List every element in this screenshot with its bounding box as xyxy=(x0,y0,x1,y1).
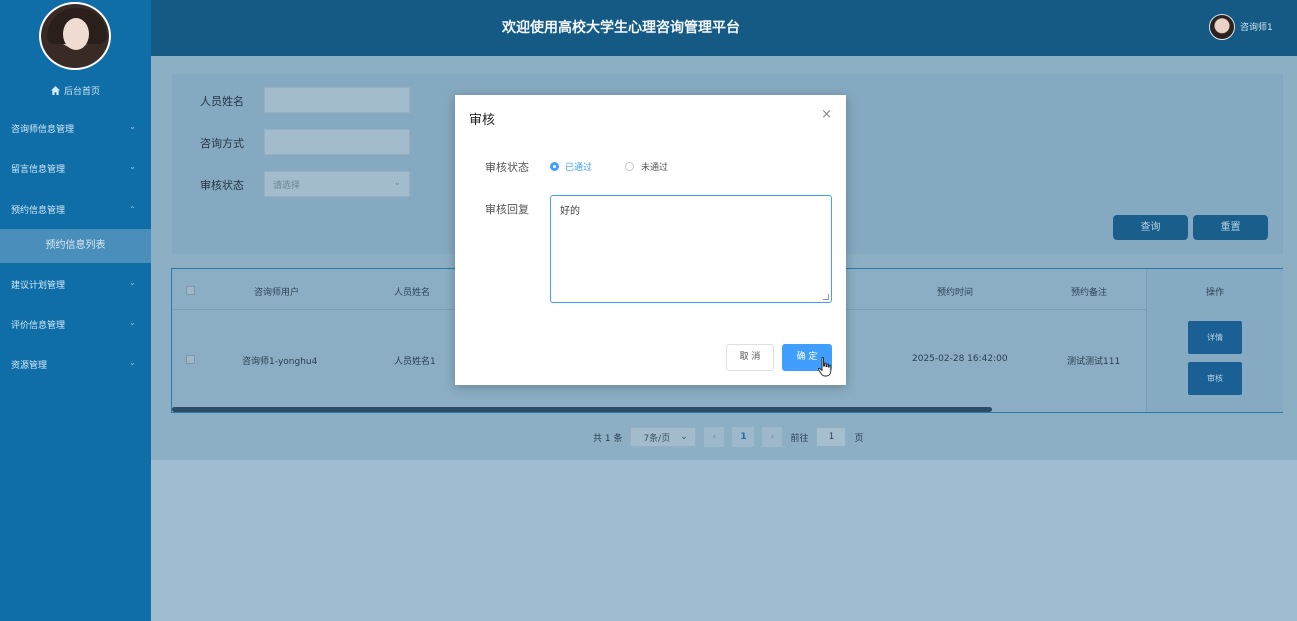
goto-page-input[interactable]: 1 xyxy=(816,427,847,447)
sidebar-item-label: 留言信息管理 xyxy=(11,164,66,175)
goto-label: 前往 xyxy=(790,433,809,444)
page-title: 欢迎使用高校大学生心理咨询管理平台 xyxy=(502,20,740,36)
audit-reply-value: 好的 xyxy=(560,206,580,217)
sidebar-subitem-appointment-list[interactable]: 预约信息列表 xyxy=(0,229,151,263)
cell-user: 咨询师1-yonghu4 xyxy=(242,357,318,367)
method-input[interactable] xyxy=(264,129,410,155)
cancel-button[interactable]: 取 消 xyxy=(726,344,774,371)
page-suffix: 页 xyxy=(854,433,864,444)
horizontal-scrollbar[interactable] xyxy=(172,407,992,412)
reset-button[interactable]: 重置 xyxy=(1193,215,1268,240)
audit-reply-textarea[interactable]: 好的 xyxy=(550,195,832,303)
header-time: 预约时间 xyxy=(937,288,974,298)
next-page-button[interactable]: › xyxy=(762,427,783,447)
chevron-right-icon: › xyxy=(770,432,775,442)
pagination-total: 共 1 条 xyxy=(593,433,623,444)
sidebar-item-resource[interactable]: 资源管理 ⌄ xyxy=(0,344,151,384)
username[interactable]: 咨询师1 xyxy=(1240,20,1273,33)
sidebar-item-evaluation[interactable]: 评价信息管理 ⌄ xyxy=(0,304,151,344)
header-user: 咨询师用户 xyxy=(254,288,300,298)
avatar-face xyxy=(63,18,89,50)
name-input[interactable] xyxy=(264,87,410,113)
select-all-checkbox[interactable] xyxy=(186,286,195,295)
audit-reply-label: 审核回复 xyxy=(485,203,529,216)
sidebar: 后台首页 咨询师信息管理 ⌄ 留言信息管理 ⌄ 预约信息管理 ⌃ 预约信息列表 … xyxy=(0,0,151,621)
sidebar-item-counselor[interactable]: 咨询师信息管理 ⌄ xyxy=(0,108,151,148)
radio-rejected[interactable] xyxy=(625,162,634,171)
pagination: 共 1 条 7条/页 ⌄ ‹ 1 › 前往 1 页 xyxy=(593,426,863,448)
status-label: 审核状态 xyxy=(200,179,244,192)
chevron-down-icon: ⌄ xyxy=(129,278,136,287)
header-remark: 预约备注 xyxy=(1071,288,1108,298)
cell-time: 2025-02-28 16:42:00 xyxy=(912,354,1008,364)
sidebar-item-plan[interactable]: 建议计划管理 ⌄ xyxy=(0,264,151,304)
topbar: 欢迎使用高校大学生心理咨询管理平台 咨询师1 xyxy=(151,0,1297,56)
hand-cursor-icon xyxy=(817,357,832,377)
sidebar-item-home[interactable]: 后台首页 xyxy=(0,82,151,98)
sidebar-item-message[interactable]: 留言信息管理 ⌄ xyxy=(0,148,151,188)
radio-approved-label[interactable]: 已通过 xyxy=(565,160,592,173)
audit-dialog: 审核 × 审核状态 已通过 未通过 审核回复 好的 取 消 确 定 xyxy=(455,95,846,385)
name-label: 人员姓名 xyxy=(200,95,244,108)
chevron-down-icon: ⌄ xyxy=(680,432,688,442)
chevron-down-icon: ⌄ xyxy=(129,122,136,131)
sidebar-item-label: 预约信息管理 xyxy=(11,205,66,216)
method-label: 咨询方式 xyxy=(200,137,244,150)
avatar xyxy=(39,2,111,70)
cell-name: 人员姓名1 xyxy=(394,357,436,367)
chevron-down-icon: ⌄ xyxy=(393,178,401,188)
detail-button[interactable]: 详情 xyxy=(1188,321,1242,354)
page-size-value: 7条/页 xyxy=(643,433,671,444)
status-select-placeholder: 请选择 xyxy=(273,181,301,191)
close-icon[interactable]: × xyxy=(821,107,832,122)
sidebar-item-appointment[interactable]: 预约信息管理 ⌃ xyxy=(0,189,151,229)
chevron-down-icon: ⌄ xyxy=(129,358,136,367)
sidebar-item-label: 建议计划管理 xyxy=(11,280,66,291)
status-select[interactable]: 请选择 ⌄ xyxy=(264,171,410,197)
chevron-left-icon: ‹ xyxy=(712,432,717,442)
home-icon xyxy=(50,85,60,95)
sidebar-item-label: 咨询师信息管理 xyxy=(11,124,75,135)
radio-approved[interactable] xyxy=(550,162,559,171)
sidebar-item-label: 后台首页 xyxy=(63,86,100,97)
header-name: 人员姓名 xyxy=(394,288,431,298)
main-bottom-area xyxy=(151,460,1297,621)
page-size-select[interactable]: 7条/页 ⌄ xyxy=(630,427,697,447)
chevron-down-icon: ⌄ xyxy=(129,318,136,327)
header-ops: 操作 xyxy=(1206,288,1225,298)
resize-handle-icon[interactable] xyxy=(823,294,829,300)
sidebar-item-label: 评价信息管理 xyxy=(11,320,66,331)
prev-page-button[interactable]: ‹ xyxy=(704,427,725,447)
sidebar-item-label: 资源管理 xyxy=(11,360,48,371)
audit-status-label: 审核状态 xyxy=(485,161,529,174)
radio-rejected-label[interactable]: 未通过 xyxy=(641,160,668,173)
cell-remark: 测试测试111 xyxy=(1067,357,1121,367)
query-button[interactable]: 查询 xyxy=(1113,215,1188,240)
audit-button[interactable]: 审核 xyxy=(1188,362,1242,395)
dialog-title: 审核 xyxy=(469,113,496,128)
row-checkbox[interactable] xyxy=(186,355,195,364)
chevron-down-icon: ⌄ xyxy=(129,162,136,171)
chevron-up-icon: ⌃ xyxy=(129,205,136,214)
user-avatar[interactable] xyxy=(1209,14,1235,40)
page-number[interactable]: 1 xyxy=(732,427,755,447)
